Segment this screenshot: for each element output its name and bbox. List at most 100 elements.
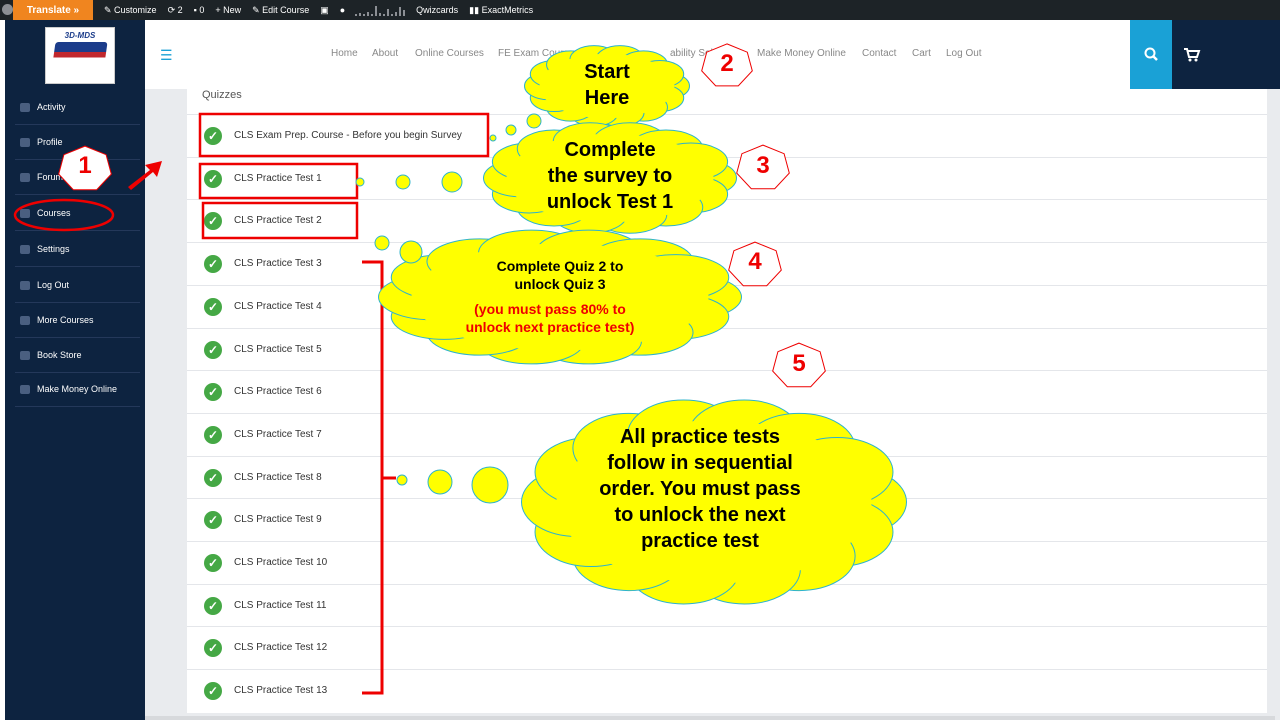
- comments-link[interactable]: ▪ 0: [194, 5, 205, 15]
- cloud-text-sequential: All practice tests follow in sequential or…: [570, 424, 830, 554]
- sidebar-item-label: Activity: [37, 102, 66, 112]
- sidebar-item-more-courses[interactable]: More Courses: [15, 303, 140, 338]
- edit-course-link[interactable]: ✎ Edit Course: [252, 5, 309, 16]
- site-logo[interactable]: 3D-MDS: [45, 27, 115, 84]
- qwizcards-link[interactable]: Qwizcards: [416, 5, 458, 15]
- sidebar-item-make-money-online[interactable]: Make Money Online: [15, 372, 140, 407]
- checkmark-icon: ✓: [204, 468, 222, 487]
- quiz-title-link[interactable]: CLS Practice Test 8: [234, 472, 322, 483]
- checkmark-icon: ✓: [204, 255, 222, 274]
- quiz-title-link[interactable]: CLS Practice Test 3: [234, 258, 322, 269]
- sidebar-item-label: Courses: [37, 208, 71, 218]
- horizontal-scrollbar[interactable]: [145, 716, 1275, 720]
- cloud-text-sequential-line: practice test: [641, 530, 759, 552]
- checkmark-icon: ✓: [204, 682, 222, 701]
- customize-link[interactable]: ✎ Customize: [104, 5, 157, 16]
- sidebar-item-log-out[interactable]: Log Out: [15, 268, 140, 303]
- nav-link-fe-exam-courses[interactable]: FE Exam Courses: [498, 48, 579, 59]
- cloud-text-quiz-2-warning-line: unlock next practice test): [465, 319, 635, 336]
- checkmark-icon: ✓: [204, 425, 222, 444]
- quiz-row[interactable]: ✓ CLS Exam Prep. Course - Before you begi…: [187, 114, 1267, 158]
- cloud-text-quiz-2-warning-line: (you must pass 80% to: [474, 301, 626, 317]
- cloud-text-survey: Complete the survey to unlock Test 1: [515, 137, 705, 215]
- new-content-link[interactable]: + New: [215, 5, 241, 15]
- stats-sparkline-icon[interactable]: [355, 4, 406, 16]
- edit-course-label: Edit Course: [262, 5, 310, 15]
- cloud-text-sequential-line: All practice tests: [619, 426, 781, 448]
- nav-link-make-money-online[interactable]: Make Money Online: [757, 48, 846, 59]
- logo-flag-graphic: [52, 42, 108, 64]
- quiz-title-link[interactable]: CLS Practice Test 5: [234, 344, 322, 355]
- step-badge-1: 1: [59, 147, 111, 191]
- comments-count: 0: [199, 5, 205, 15]
- updates-link[interactable]: ⟳ 2: [168, 5, 183, 16]
- quiz-title-link[interactable]: CLS Practice Test 6: [234, 386, 322, 397]
- quiz-title-link[interactable]: CLS Practice Test 4: [234, 301, 322, 312]
- quiz-row[interactable]: ✓ CLS Practice Test 5: [187, 327, 1267, 372]
- quiz-row[interactable]: ✓ CLS Practice Test 3: [187, 242, 1267, 286]
- nav-link-log-out[interactable]: Log Out: [946, 48, 982, 59]
- checkmark-icon: ✓: [204, 340, 222, 359]
- step-number: 3: [756, 152, 770, 179]
- cloud-text-start-here-line: Start: [584, 61, 630, 83]
- quizzes-heading-bar: Quizzes: [187, 89, 1267, 114]
- quiz-title-link[interactable]: CLS Practice Test 2: [234, 215, 322, 226]
- nav-link-contact[interactable]: Contact: [862, 48, 896, 59]
- quiz-row[interactable]: ✓ CLS Practice Test 12: [187, 626, 1267, 671]
- wordpress-logo-icon[interactable]: [2, 4, 13, 15]
- cart-button[interactable]: [1172, 20, 1280, 89]
- sidebar-item-label: Make Money Online: [37, 384, 118, 394]
- quiz-row[interactable]: ✓ CLS Practice Test 1: [187, 156, 1267, 201]
- logout-icon: [20, 280, 30, 290]
- cloud-text-quiz-2: Complete Quiz 2 to unlock Quiz 3: [440, 257, 680, 293]
- yoast-icon[interactable]: ▣: [320, 5, 329, 16]
- quiz-row[interactable]: ✓ CLS Practice Test 2: [187, 199, 1267, 244]
- nav-link-online-courses[interactable]: Online Courses: [415, 48, 484, 59]
- exactmetrics-link[interactable]: ▮▮ ExactMetrics: [469, 5, 533, 16]
- nav-link-about[interactable]: About: [372, 48, 398, 59]
- quiz-row[interactable]: ✓ CLS Practice Test 13: [187, 669, 1267, 713]
- customize-label: Customize: [114, 5, 157, 15]
- search-button[interactable]: [1130, 20, 1172, 89]
- checkmark-icon: ✓: [204, 169, 222, 188]
- quiz-title-link[interactable]: CLS Practice Test 11: [234, 600, 326, 611]
- nav-link-cart[interactable]: Cart: [912, 48, 931, 59]
- sidebar-item-label: Profile: [37, 137, 63, 147]
- quiz-title-link[interactable]: CLS Practice Test 9: [234, 514, 322, 525]
- cloud-text-sequential-line: to unlock the next: [614, 504, 786, 526]
- settings-icon: [20, 244, 30, 254]
- logo-text: 3D-MDS: [64, 31, 96, 40]
- checkmark-icon: ✓: [204, 383, 222, 402]
- checkmark-icon: ✓: [204, 511, 222, 530]
- sidebar-item-activity[interactable]: Activity: [15, 90, 140, 125]
- sidebar-item-label: Settings: [37, 244, 70, 254]
- quiz-title-link[interactable]: CLS Exam Prep. Course - Before you begin…: [234, 130, 462, 141]
- sidebar-item-book-store[interactable]: Book Store: [15, 338, 140, 373]
- quiz-title-link[interactable]: CLS Practice Test 10: [234, 557, 327, 568]
- quiz-title-link[interactable]: CLS Practice Test 13: [234, 685, 327, 696]
- quiz-title-link[interactable]: CLS Practice Test 1: [234, 173, 322, 184]
- cloud-text-start-here-line: Here: [584, 87, 630, 109]
- nav-link-home[interactable]: Home: [331, 48, 358, 59]
- new-label: New: [223, 5, 242, 15]
- quiz-row[interactable]: ✓ CLS Practice Test 11: [187, 583, 1267, 628]
- page-icon: [20, 315, 30, 325]
- sidebar-item-courses[interactable]: Courses: [15, 196, 140, 231]
- checkmark-icon: ✓: [204, 596, 222, 615]
- cloud-text-quiz-2-line: unlock Quiz 3: [514, 276, 606, 293]
- refresh-icon: ⟳: [167, 4, 178, 15]
- pencil-icon: ✎: [252, 4, 263, 15]
- quizzes-heading: Quizzes: [202, 89, 242, 101]
- hamburger-menu-icon[interactable]: ☰: [160, 47, 173, 64]
- translate-button[interactable]: Translate »: [13, 0, 93, 20]
- cloud-text-survey-line: Complete: [564, 139, 656, 161]
- wp-admin-bar: Translate » ✎ Customize ⟳ 2 ▪ 0 + New ✎ …: [0, 0, 1280, 20]
- quiz-title-link[interactable]: CLS Practice Test 12: [234, 642, 327, 653]
- quiz-row[interactable]: ✓ CLS Practice Test 6: [187, 370, 1267, 414]
- cloud-text-start-here: Start Here: [547, 59, 667, 111]
- updates-count: 2: [177, 5, 183, 15]
- sidebar-item-settings[interactable]: Settings: [15, 232, 140, 267]
- quiz-row[interactable]: ✓ CLS Practice Test 4: [187, 284, 1267, 329]
- nav-link-book-s[interactable]: Book S: [588, 48, 620, 59]
- quiz-title-link[interactable]: CLS Practice Test 7: [234, 429, 322, 440]
